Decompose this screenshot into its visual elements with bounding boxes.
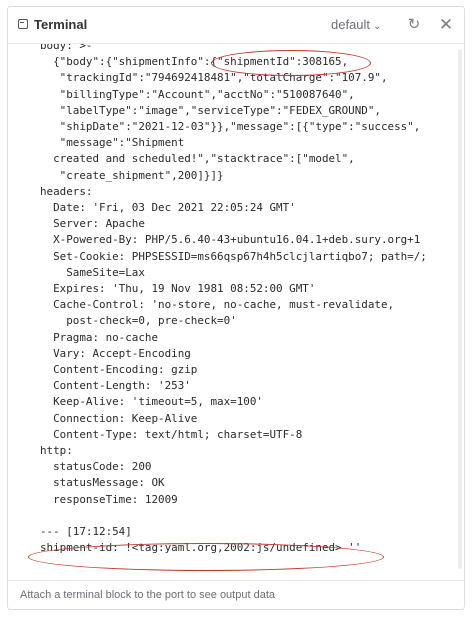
output-text: body: >- {"body":{"shipmentInfo":{"shipm… [14, 44, 427, 557]
output-line: Keep-Alive: 'timeout=5, max=100' [40, 395, 263, 409]
output-line: statusCode: 200 [40, 460, 152, 474]
output-line: "billingType":"Account","acctNo":"510087… [40, 87, 355, 101]
output-line: {"body":{"shipmentInfo":{"shipmentId":30… [40, 55, 349, 69]
output-line: shipment-id: !<tag:yaml.org,2002:js/unde… [40, 541, 362, 555]
output-line: --- [17:12:54] [40, 525, 132, 539]
output-line: "shipDate":"2021-12-03"}},"message":[{"t… [40, 120, 421, 134]
output-line: "message":"Shipment [40, 136, 185, 150]
output-line: SameSite=Lax [40, 265, 145, 279]
output-line: Content-Type: text/html; charset=UTF-8 [40, 427, 303, 441]
panel-title: Terminal [34, 17, 88, 32]
output-line: Cache-Control: 'no-store, no-cache, must… [40, 298, 395, 312]
output-line: Expires: 'Thu, 19 Nov 1981 08:52:00 GMT' [40, 282, 316, 296]
output-line: created and scheduled!","stacktrace":["m… [40, 152, 355, 166]
terminal-icon [18, 19, 28, 29]
output-line: http: [40, 444, 73, 458]
output-line: X-Powered-By: PHP/5.6.40-43+ubuntu16.04.… [40, 233, 421, 247]
output-line: statusMessage: OK [40, 476, 165, 490]
output-line: Content-Encoding: gzip [40, 363, 198, 377]
environment-dropdown[interactable]: default ⌄ [331, 17, 381, 32]
output-line: "create_shipment",200]}]} [40, 168, 224, 182]
output-line: Connection: Keep-Alive [40, 411, 198, 425]
output-line: post-check=0, pre-check=0' [40, 314, 237, 328]
chevron-down-icon: ⌄ [373, 21, 382, 32]
terminal-header: Terminal default ⌄ ↻ ✕ [8, 7, 464, 44]
output-line: Vary: Accept-Encoding [40, 346, 191, 360]
terminal-output[interactable]: body: >- {"body":{"shipmentInfo":{"shipm… [14, 44, 454, 581]
output-line: Date: 'Fri, 03 Dec 2021 22:05:24 GMT' [40, 201, 296, 215]
refresh-icon[interactable]: ↻ [404, 15, 424, 35]
close-icon[interactable]: ✕ [436, 15, 456, 35]
output-line: "trackingId":"794692418481","totalCharge… [40, 71, 388, 85]
output-line: Server: Apache [40, 217, 145, 231]
terminal-panel: Terminal default ⌄ ↻ ✕ body: >- {"body":{… [7, 6, 465, 610]
output-line: Set-Cookie: PHPSESSID=ms66qsp67h4h5clcjl… [40, 249, 427, 263]
output-line: headers: [40, 184, 93, 198]
environment-label: default [331, 17, 371, 32]
terminal-footer: Attach a terminal block to the port to s… [8, 580, 464, 609]
output-line: Pragma: no-cache [40, 330, 159, 344]
vertical-scrollbar[interactable] [458, 49, 462, 569]
output-line: "labelType":"image","serviceType":"FEDEX… [40, 103, 381, 117]
output-line: Content-Length: '253' [40, 379, 191, 393]
output-line: body: >- [40, 44, 93, 52]
output-line: responseTime: 12009 [40, 492, 178, 506]
footer-hint: Attach a terminal block to the port to s… [20, 589, 275, 601]
